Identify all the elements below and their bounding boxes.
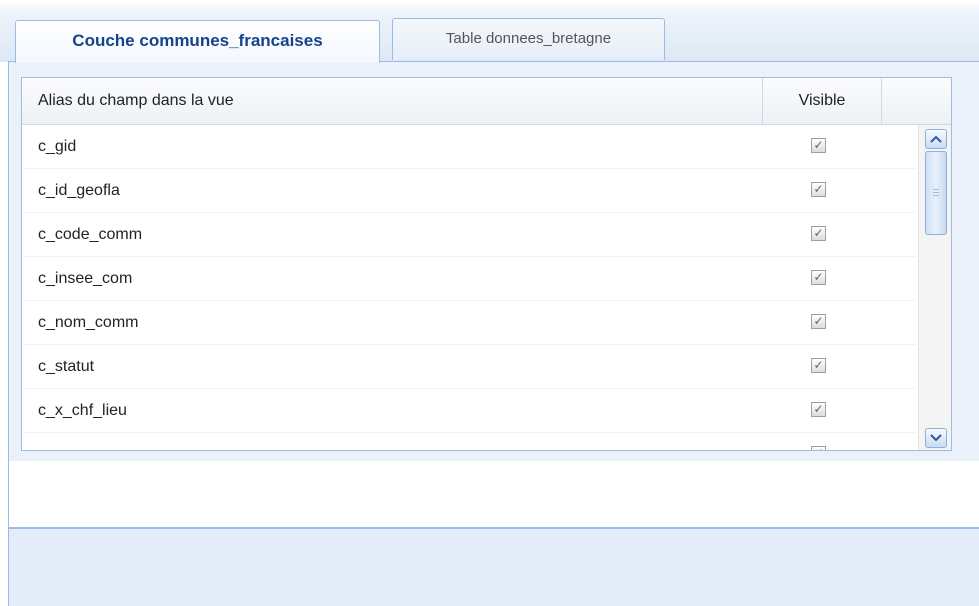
alias-cell: c_nom_comm xyxy=(38,314,139,331)
tab-table-donnees-bretagne[interactable]: Table donnees_bretagne xyxy=(392,18,665,60)
alias-cell: c_x_chf_lieu xyxy=(38,402,127,419)
column-header-visible[interactable]: Visible xyxy=(763,78,882,124)
grid-header: Alias du champ dans la vue Visible xyxy=(22,78,951,125)
table-row[interactable]: c_id_geofla ✓ xyxy=(22,169,917,213)
tab-couche-communes-francaises[interactable]: Couche communes_francaises xyxy=(15,20,380,63)
bottom-toolbar xyxy=(8,527,979,606)
scrollbar-thumb[interactable] xyxy=(925,151,947,235)
chevron-up-icon[interactable] xyxy=(925,129,947,149)
visible-checkbox[interactable]: ✓ xyxy=(811,270,826,285)
alias-cell: c_gid xyxy=(38,138,77,155)
table-row[interactable]: c_gid ✓ xyxy=(22,125,917,169)
alias-cell: c_statut xyxy=(38,358,95,375)
visible-checkbox[interactable]: ✓ xyxy=(811,446,826,450)
column-header-alias[interactable]: Alias du champ dans la vue xyxy=(22,78,763,124)
visible-checkbox[interactable]: ✓ xyxy=(811,402,826,417)
table-row[interactable]: c_insee_com ✓ xyxy=(22,257,917,301)
visible-checkbox[interactable]: ✓ xyxy=(811,138,826,153)
alias-cell: c_code_comm xyxy=(38,226,143,243)
tab-strip: Couche communes_francaises Table donnees… xyxy=(0,0,979,63)
alias-cell: c_insee_com xyxy=(38,270,133,287)
panel-footer-area xyxy=(8,461,979,527)
visible-checkbox[interactable]: ✓ xyxy=(811,226,826,241)
table-row[interactable]: c_x_chf_lieu ✓ xyxy=(22,389,917,433)
visible-checkbox[interactable]: ✓ xyxy=(811,358,826,373)
grid-scrollbar[interactable] xyxy=(918,125,951,450)
alias-cell: c_id_geofla xyxy=(38,182,120,199)
grid-body: c_gid ✓ c_id_geofla ✓ c_code_comm ✓ c_in… xyxy=(22,125,917,450)
fields-grid: Alias du champ dans la vue Visible c_gid… xyxy=(21,77,952,451)
table-row[interactable]: c_statut ✓ xyxy=(22,345,917,389)
table-row[interactable]: c_code_comm ✓ xyxy=(22,213,917,257)
table-row[interactable]: c_nom_comm ✓ xyxy=(22,301,917,345)
visible-checkbox[interactable]: ✓ xyxy=(811,314,826,329)
chevron-down-icon[interactable] xyxy=(925,428,947,448)
table-row-partial[interactable]: ✓ xyxy=(22,433,917,450)
grip-icon xyxy=(933,189,939,197)
visible-checkbox[interactable]: ✓ xyxy=(811,182,826,197)
